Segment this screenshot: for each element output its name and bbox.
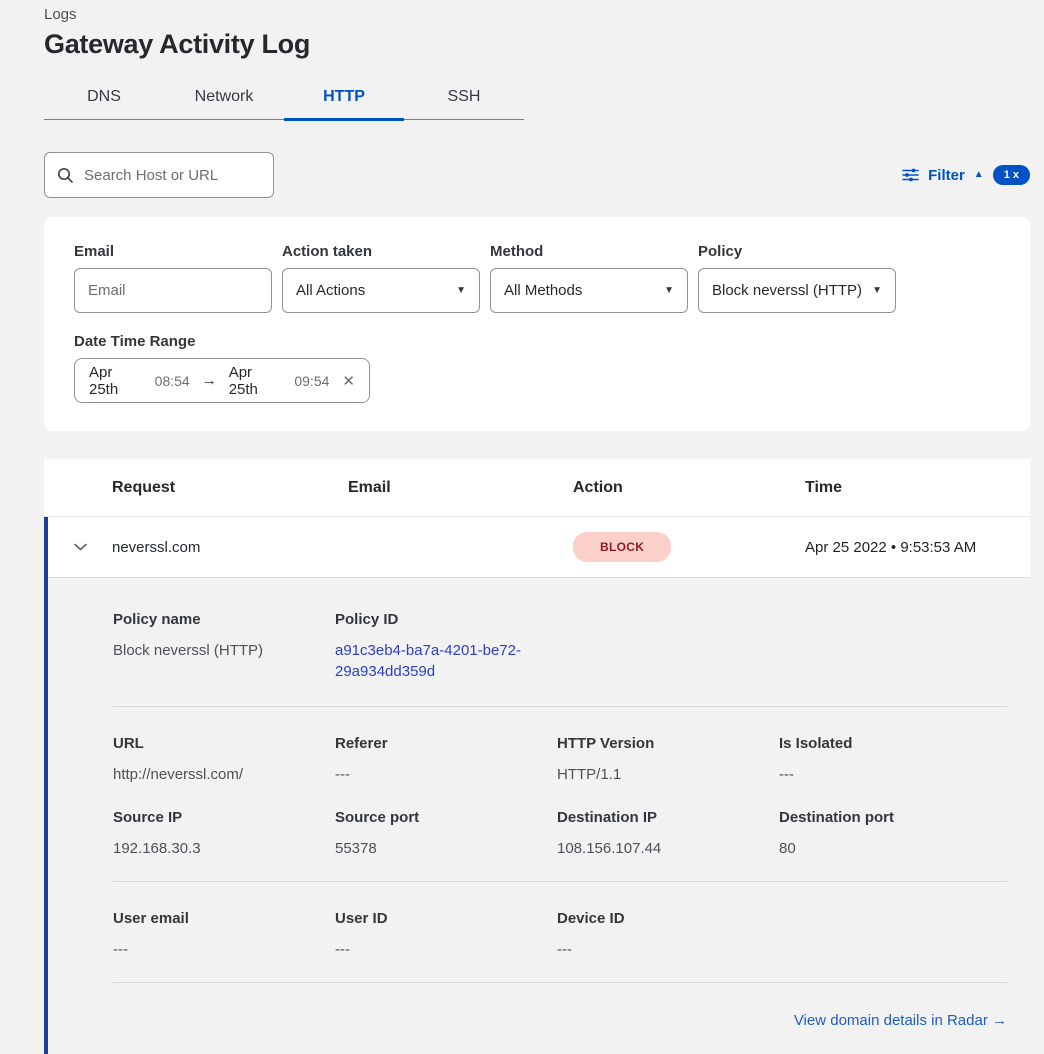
column-header-request: Request <box>112 479 348 497</box>
user-id-field: User ID --- <box>335 910 557 960</box>
end-time[interactable]: 09:54 <box>294 373 329 389</box>
referer-label: Referer <box>335 735 557 752</box>
row-request: neverssl.com <box>112 539 348 556</box>
filter-panel: Email Action taken All Actions ▼ Method … <box>44 217 1030 431</box>
tab-http[interactable]: HTTP <box>284 76 404 119</box>
policy-id-link[interactable]: a91c3eb4-ba7a-4201-be72-29a934dd359d <box>335 640 557 682</box>
view-domain-radar-link[interactable]: View domain details in Radar → <box>794 1012 1007 1029</box>
email-filter-label: Email <box>74 243 272 260</box>
destination-ip-value: 108.156.107.44 <box>557 838 779 859</box>
destination-port-field: Destination port 80 <box>779 809 1007 859</box>
filter-toggle[interactable]: Filter ▲ 1 x <box>902 165 1030 185</box>
policy-name-field: Policy name Block neverssl (HTTP) <box>113 611 335 682</box>
action-taken-select[interactable]: All Actions ▼ <box>282 268 480 313</box>
arrow-right-icon: → <box>199 372 220 389</box>
is-isolated-value: --- <box>779 764 1007 785</box>
tab-network[interactable]: Network <box>164 76 284 119</box>
policy-id-field: Policy ID a91c3eb4-ba7a-4201-be72-29a934… <box>335 611 557 682</box>
is-isolated-field: Is Isolated --- <box>779 735 1007 785</box>
user-id-value: --- <box>335 939 557 960</box>
policy-value: Block neverssl (HTTP) <box>712 282 862 299</box>
policy-name-label: Policy name <box>113 611 335 628</box>
chevron-down-icon: ▼ <box>664 285 674 296</box>
destination-port-value: 80 <box>779 838 1007 859</box>
method-value: All Methods <box>504 282 582 299</box>
action-taken-label: Action taken <box>282 243 480 260</box>
column-header-time: Time <box>805 479 1030 497</box>
url-field: URL http://neverssl.com/ <box>113 735 335 785</box>
destination-port-label: Destination port <box>779 809 1007 826</box>
date-range-input[interactable]: Apr 25th 08:54 → Apr 25th 09:54 ✕ <box>74 358 370 403</box>
gateway-activity-log-page: Logs Gateway Activity Log DNS Network HT… <box>0 0 1044 1054</box>
policy-field: Policy Block neverssl (HTTP) ▼ <box>698 243 896 313</box>
user-id-label: User ID <box>335 910 557 927</box>
method-field: Method All Methods ▼ <box>490 243 688 313</box>
column-header-action: Action <box>573 479 805 497</box>
source-ip-label: Source IP <box>113 809 335 826</box>
row-time: Apr 25 2022 • 9:53:53 AM <box>805 539 1030 556</box>
method-label: Method <box>490 243 688 260</box>
source-port-value: 55378 <box>335 838 557 859</box>
start-time[interactable]: 08:54 <box>155 373 190 389</box>
device-id-field: Device ID --- <box>557 910 779 960</box>
http-version-field: HTTP Version HTTP/1.1 <box>557 735 779 785</box>
search-box[interactable] <box>44 152 274 198</box>
search-input[interactable] <box>84 167 283 184</box>
email-filter-field: Email <box>74 243 272 313</box>
method-select[interactable]: All Methods ▼ <box>490 268 688 313</box>
http-version-value: HTTP/1.1 <box>557 764 779 785</box>
action-block-badge: BLOCK <box>573 532 671 562</box>
source-ip-value: 192.168.30.3 <box>113 838 335 859</box>
search-icon <box>57 167 74 184</box>
referer-field: Referer --- <box>335 735 557 785</box>
controls-row: Filter ▲ 1 x <box>44 152 1030 198</box>
end-date[interactable]: Apr 25th <box>229 364 286 398</box>
is-isolated-label: Is Isolated <box>779 735 1007 752</box>
source-ip-field: Source IP 192.168.30.3 <box>113 809 335 859</box>
http-version-label: HTTP Version <box>557 735 779 752</box>
policy-select[interactable]: Block neverssl (HTTP) ▼ <box>698 268 896 313</box>
chevron-down-icon: ▼ <box>872 285 882 296</box>
action-taken-value: All Actions <box>296 282 365 299</box>
chevron-up-icon[interactable]: ▲ <box>974 170 984 180</box>
tab-dns[interactable]: DNS <box>44 76 164 119</box>
clear-date-range-icon[interactable]: ✕ <box>342 372 355 390</box>
user-email-field: User email --- <box>113 910 335 960</box>
url-label: URL <box>113 735 335 752</box>
action-taken-field: Action taken All Actions ▼ <box>282 243 480 313</box>
destination-ip-label: Destination IP <box>557 809 779 826</box>
user-email-label: User email <box>113 910 335 927</box>
filter-sliders-icon <box>902 167 919 183</box>
source-port-label: Source port <box>335 809 557 826</box>
activity-table: Request Email Action Time neverssl.com B… <box>44 459 1030 1054</box>
user-email-value: --- <box>113 939 335 960</box>
source-port-field: Source port 55378 <box>335 809 557 859</box>
date-range-field: Date Time Range Apr 25th 08:54 → Apr 25t… <box>74 333 1000 403</box>
policy-label: Policy <box>698 243 896 260</box>
destination-ip-field: Destination IP 108.156.107.44 <box>557 809 779 859</box>
email-filter-input[interactable] <box>88 282 258 299</box>
table-row[interactable]: neverssl.com BLOCK Apr 25 2022 • 9:53:53… <box>48 517 1030 578</box>
device-id-label: Device ID <box>557 910 779 927</box>
expanded-row-container: neverssl.com BLOCK Apr 25 2022 • 9:53:53… <box>44 517 1030 1054</box>
policy-id-label: Policy ID <box>335 611 557 628</box>
chevron-down-icon: ▼ <box>456 285 466 296</box>
row-details-panel: Policy name Block neverssl (HTTP) Policy… <box>48 578 1030 1054</box>
table-header: Request Email Action Time <box>44 459 1030 517</box>
policy-name-value: Block neverssl (HTTP) <box>113 640 335 661</box>
start-date[interactable]: Apr 25th <box>89 364 146 398</box>
breadcrumb[interactable]: Logs <box>0 0 1044 23</box>
device-id-value: --- <box>557 939 779 960</box>
tab-bar: DNS Network HTTP SSH <box>44 76 524 120</box>
filter-label: Filter <box>928 167 965 184</box>
tab-ssh[interactable]: SSH <box>404 76 524 119</box>
filter-count-badge[interactable]: 1 x <box>993 165 1030 185</box>
row-chevron-icon[interactable] <box>48 542 112 552</box>
referer-value: --- <box>335 764 557 785</box>
url-value: http://neverssl.com/ <box>113 764 335 785</box>
date-range-label: Date Time Range <box>74 333 1000 350</box>
column-header-email: Email <box>348 479 573 497</box>
page-title: Gateway Activity Log <box>0 23 1044 60</box>
